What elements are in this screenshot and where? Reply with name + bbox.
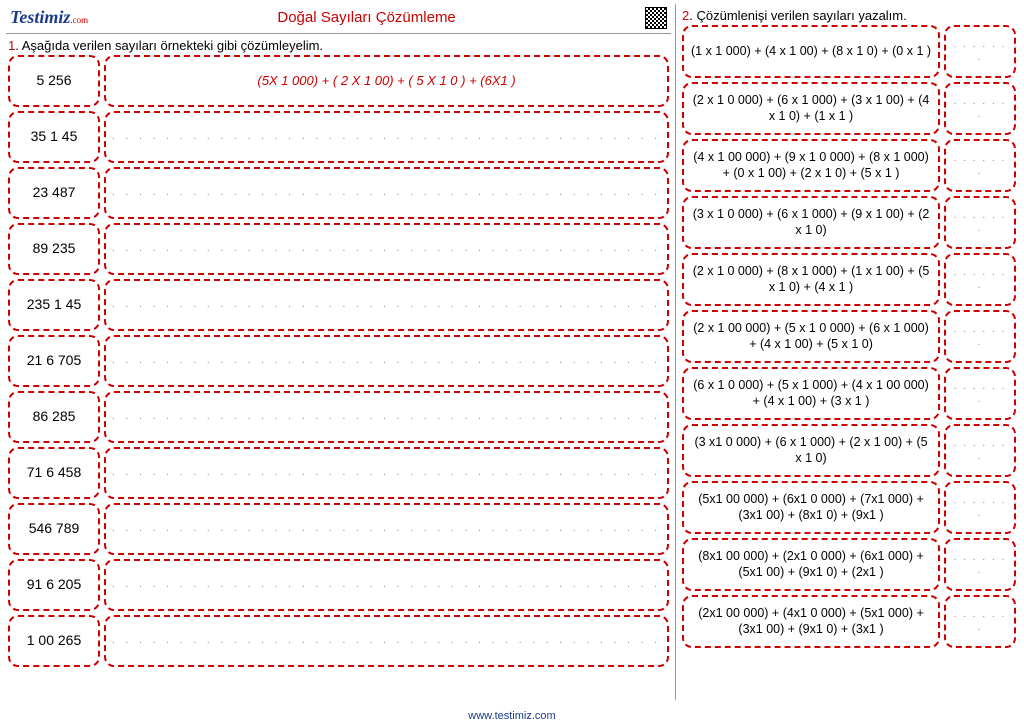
- q2-expression-box: (4 x 1 00 000) + (9 x 1 0 000) + (8 x 1 …: [682, 139, 940, 192]
- q1-expansion-box[interactable]: . . . . . . . . . . . . . . . . . . . . …: [104, 615, 669, 667]
- q2-row: (2x1 00 000) + (4x1 0 000) + (5x1 000) +…: [682, 595, 1016, 648]
- q1-expansion-box[interactable]: . . . . . . . . . . . . . . . . . . . . …: [104, 559, 669, 611]
- worksheet-page: Testimiz.com Doğal Sayıları Çözümleme 1.…: [0, 0, 1024, 700]
- q2-expression-box: (3 x1 0 000) + (6 x 1 000) + (2 x 1 00) …: [682, 424, 940, 477]
- q1-expansion-box[interactable]: . . . . . . . . . . . . . . . . . . . . …: [104, 111, 669, 163]
- q2-row: (2 x 1 0 000) + (8 x 1 000) + (1 x 1 00)…: [682, 253, 1016, 306]
- q2-rows: (1 x 1 000) + (4 x 1 00) + (8 x 1 0) + (…: [680, 25, 1018, 700]
- left-column: Testimiz.com Doğal Sayıları Çözümleme 1.…: [6, 4, 671, 700]
- q1-row: 546 789 . . . . . . . . . . . . . . . . …: [8, 503, 669, 555]
- q2-row: (8x1 00 000) + (2x1 0 000) + (6x1 000) +…: [682, 538, 1016, 591]
- q2-expression-box: (5x1 00 000) + (6x1 0 000) + (7x1 000) +…: [682, 481, 940, 534]
- q2-answer-box[interactable]: . . . . . . .: [944, 481, 1016, 534]
- q1-number-box: 91 6 205: [8, 559, 100, 611]
- q1-number-box: 1 00 265: [8, 615, 100, 667]
- q2-expression-box: (6 x 1 0 000) + (5 x 1 000) + (4 x 1 00 …: [682, 367, 940, 420]
- column-divider: [675, 4, 676, 700]
- q2-answer-box[interactable]: . . . . . . .: [944, 253, 1016, 306]
- q2-row: (2 x 1 0 000) + (6 x 1 000) + (3 x 1 00)…: [682, 82, 1016, 135]
- q2-row: (3 x1 0 000) + (6 x 1 000) + (2 x 1 00) …: [682, 424, 1016, 477]
- q1-expansion-box[interactable]: . . . . . . . . . . . . . . . . . . . . …: [104, 167, 669, 219]
- q1-expansion-box[interactable]: (5X 1 000) + ( 2 X 1 00) + ( 5 X 1 0 ) +…: [104, 55, 669, 107]
- q2-answer-box[interactable]: . . . . . . .: [944, 367, 1016, 420]
- q1-expansion-box[interactable]: . . . . . . . . . . . . . . . . . . . . …: [104, 391, 669, 443]
- q2-answer-box[interactable]: . . . . . . .: [944, 310, 1016, 363]
- q2-answer-box[interactable]: . . . . . . .: [944, 538, 1016, 591]
- q2-answer-box[interactable]: . . . . . . .: [944, 139, 1016, 192]
- page-header: Testimiz.com Doğal Sayıları Çözümleme: [6, 4, 671, 34]
- q2-row: (2 x 1 00 000) + (5 x 1 0 000) + (6 x 1 …: [682, 310, 1016, 363]
- q1-row: 71 6 458 . . . . . . . . . . . . . . . .…: [8, 447, 669, 499]
- page-title: Doğal Sayıları Çözümleme: [88, 9, 645, 26]
- q1-number-box: 86 285: [8, 391, 100, 443]
- q1-rows: 5 256 (5X 1 000) + ( 2 X 1 00) + ( 5 X 1…: [6, 55, 671, 700]
- q1-number-box: 35 1 45: [8, 111, 100, 163]
- q1-expansion-box[interactable]: . . . . . . . . . . . . . . . . . . . . …: [104, 279, 669, 331]
- q1-number-box: 89 235: [8, 223, 100, 275]
- q2-expression-box: (2 x 1 0 000) + (6 x 1 000) + (3 x 1 00)…: [682, 82, 940, 135]
- q1-number-box: 5 256: [8, 55, 100, 107]
- q1-number-box: 71 6 458: [8, 447, 100, 499]
- brand-suffix: .com: [70, 15, 88, 25]
- q1-number-box: 546 789: [8, 503, 100, 555]
- q1-expansion-box[interactable]: . . . . . . . . . . . . . . . . . . . . …: [104, 447, 669, 499]
- q2-row: (4 x 1 00 000) + (9 x 1 0 000) + (8 x 1 …: [682, 139, 1016, 192]
- q1-number-box: 235 1 45: [8, 279, 100, 331]
- qr-icon: [645, 7, 667, 29]
- q2-answer-box[interactable]: . . . . . . .: [944, 25, 1016, 78]
- q2-row: (1 x 1 000) + (4 x 1 00) + (8 x 1 0) + (…: [682, 25, 1016, 78]
- q2-row: (6 x 1 0 000) + (5 x 1 000) + (4 x 1 00 …: [682, 367, 1016, 420]
- q2-instruction: 2. Çözümlenişi verilen sayıları yazalım.: [680, 4, 1018, 25]
- q1-expansion-box[interactable]: . . . . . . . . . . . . . . . . . . . . …: [104, 503, 669, 555]
- q2-expression-box: (1 x 1 000) + (4 x 1 00) + (8 x 1 0) + (…: [682, 25, 940, 78]
- q2-expression-box: (2 x 1 00 000) + (5 x 1 0 000) + (6 x 1 …: [682, 310, 940, 363]
- q2-row: (5x1 00 000) + (6x1 0 000) + (7x1 000) +…: [682, 481, 1016, 534]
- q2-answer-box[interactable]: . . . . . . .: [944, 595, 1016, 648]
- footer-url: www.testimiz.com: [0, 710, 1024, 722]
- q2-expression-box: (2 x 1 0 000) + (8 x 1 000) + (1 x 1 00)…: [682, 253, 940, 306]
- q2-row: (3 x 1 0 000) + (6 x 1 000) + (9 x 1 00)…: [682, 196, 1016, 249]
- q2-answer-box[interactable]: . . . . . . .: [944, 196, 1016, 249]
- q1-row: 1 00 265 . . . . . . . . . . . . . . . .…: [8, 615, 669, 667]
- q1-number-box: 23 487: [8, 167, 100, 219]
- q1-text: . Aşağıda verilen sayıları örnekteki gib…: [15, 38, 323, 53]
- q1-row: 23 487 . . . . . . . . . . . . . . . . .…: [8, 167, 669, 219]
- q1-expansion-box[interactable]: . . . . . . . . . . . . . . . . . . . . …: [104, 223, 669, 275]
- q2-expression-box: (8x1 00 000) + (2x1 0 000) + (6x1 000) +…: [682, 538, 940, 591]
- q2-answer-box[interactable]: . . . . . . .: [944, 82, 1016, 135]
- q1-row: 86 285 . . . . . . . . . . . . . . . . .…: [8, 391, 669, 443]
- q1-row: 21 6 705 . . . . . . . . . . . . . . . .…: [8, 335, 669, 387]
- q1-row: 91 6 205 . . . . . . . . . . . . . . . .…: [8, 559, 669, 611]
- q2-text: . Çözümlenişi verilen sayıları yazalım.: [689, 8, 906, 23]
- q1-row: 35 1 45 . . . . . . . . . . . . . . . . …: [8, 111, 669, 163]
- brand-logo: Testimiz.com: [10, 7, 88, 28]
- brand-name: Testimiz: [10, 7, 70, 27]
- q2-expression-box: (3 x 1 0 000) + (6 x 1 000) + (9 x 1 00)…: [682, 196, 940, 249]
- q1-number-box: 21 6 705: [8, 335, 100, 387]
- q1-row: 5 256 (5X 1 000) + ( 2 X 1 00) + ( 5 X 1…: [8, 55, 669, 107]
- right-column: 2. Çözümlenişi verilen sayıları yazalım.…: [680, 4, 1018, 700]
- q1-instruction: 1. Aşağıda verilen sayıları örnekteki gi…: [6, 34, 671, 55]
- q1-row: 235 1 45 . . . . . . . . . . . . . . . .…: [8, 279, 669, 331]
- q2-expression-box: (2x1 00 000) + (4x1 0 000) + (5x1 000) +…: [682, 595, 940, 648]
- q1-row: 89 235 . . . . . . . . . . . . . . . . .…: [8, 223, 669, 275]
- q2-answer-box[interactable]: . . . . . . .: [944, 424, 1016, 477]
- q1-expansion-box[interactable]: . . . . . . . . . . . . . . . . . . . . …: [104, 335, 669, 387]
